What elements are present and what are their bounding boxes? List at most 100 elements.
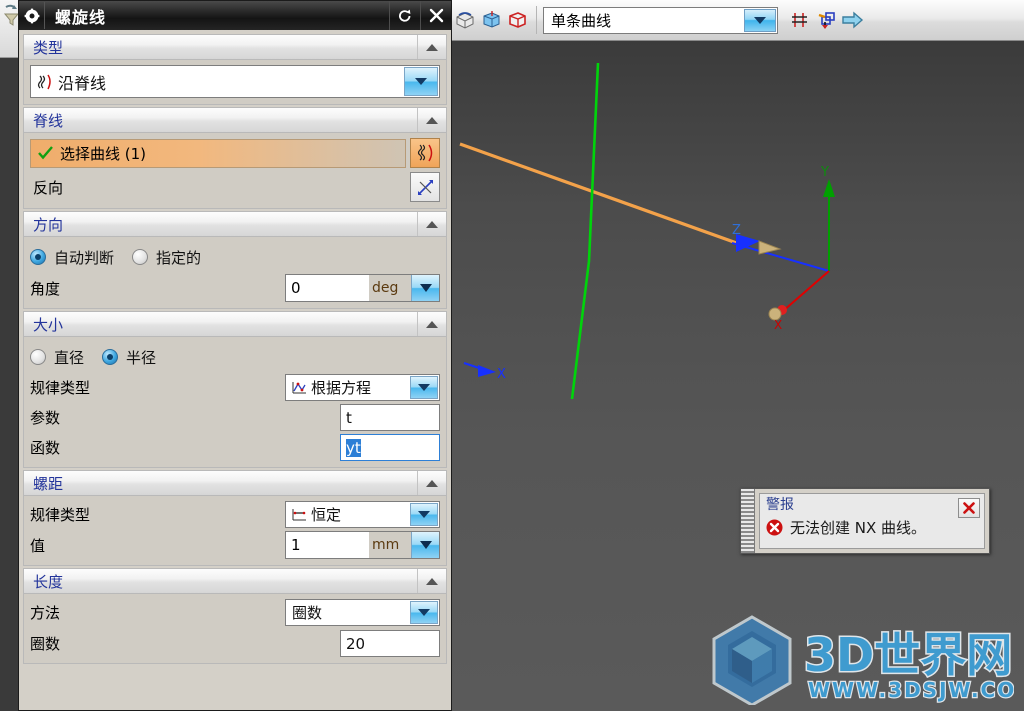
pitch-law-type-arrow[interactable] xyxy=(410,503,438,526)
chevron-down-icon xyxy=(415,78,427,85)
dialog-title-bar[interactable]: 螺旋线 xyxy=(19,1,451,30)
alert-dialog[interactable]: 警报 无法创建 NX 曲线。 xyxy=(740,488,990,554)
csys-x-label: X xyxy=(774,318,782,332)
chevron-up-icon xyxy=(426,577,438,585)
spinner-down-icon xyxy=(419,284,432,292)
type-combo-arrow[interactable] xyxy=(404,67,438,96)
method-value: 圈数 xyxy=(292,604,323,622)
drag-grip-icon[interactable] xyxy=(741,489,755,553)
method-combo-arrow[interactable] xyxy=(410,601,438,624)
snap-point-icon xyxy=(792,13,807,27)
selection-filter-combo[interactable]: 单条曲线 xyxy=(543,6,778,34)
parameter-label: 参数 xyxy=(30,409,61,427)
angle-field[interactable]: 0 deg xyxy=(285,274,440,302)
section-header-pitch[interactable]: 螺距 xyxy=(23,470,447,496)
graphics-viewport[interactable]: Z Y X X 3D世界网 WWW.3DSJW.CO 警报 无法创建 NX 曲线… xyxy=(452,41,1024,711)
type-combo[interactable]: 沿脊线 xyxy=(30,65,440,98)
function-label: 函数 xyxy=(30,439,61,457)
radio-diameter-label: 直径 xyxy=(54,348,85,367)
radio-diameter[interactable] xyxy=(30,349,46,365)
size-law-type-arrow[interactable] xyxy=(410,376,438,399)
section-body-pitch: 规律类型 恒定 值 1 mm xyxy=(23,496,447,566)
toolbar-icon-studio-wireframe[interactable] xyxy=(504,7,530,33)
chevron-down-icon xyxy=(418,511,430,518)
chevron-up-icon xyxy=(426,220,438,228)
size-law-type-combo[interactable]: 根据方程 xyxy=(285,374,440,401)
pitch-value-field[interactable]: 1 mm xyxy=(285,531,440,559)
pitch-law-type-value: 恒定 xyxy=(311,506,342,524)
curve-select-icon xyxy=(417,144,432,161)
wcs-dynamics-icon xyxy=(818,12,835,29)
csys-y-label: Y xyxy=(820,165,829,180)
section-title-pitch: 螺距 xyxy=(33,474,64,493)
collapse-toggle-spine[interactable] xyxy=(417,108,446,132)
radio-radius[interactable] xyxy=(102,349,119,365)
toolbar-icon-wcs-dynamics[interactable] xyxy=(814,7,840,33)
radio-auto-infer[interactable] xyxy=(30,249,46,265)
alert-title: 警报 xyxy=(766,497,794,513)
alert-body: 警报 无法创建 NX 曲线。 xyxy=(759,493,985,549)
nx-application-window: Z Y X X 3D世界网 WWW.3DSJW.CO 警报 无法创建 NX 曲线… xyxy=(0,0,1024,711)
green-vertical-curve xyxy=(570,62,600,400)
size-law-type-label: 规律类型 xyxy=(30,379,91,397)
section-title-direction: 方向 xyxy=(33,215,64,234)
parameter-input[interactable]: t xyxy=(340,404,440,431)
pitch-spinner[interactable] xyxy=(411,532,439,558)
spiral-dialog[interactable]: 螺旋线 类型 沿脊线 脊线 选择曲线 (1) 反向 方向 自动判断 指定的 角度… xyxy=(18,0,452,711)
section-title-type: 类型 xyxy=(33,38,64,57)
collapse-toggle-type[interactable] xyxy=(417,35,446,59)
selection-filter-dropdown-arrow[interactable] xyxy=(744,8,776,32)
section-header-direction[interactable]: 方向 xyxy=(23,211,447,237)
alert-close-button[interactable] xyxy=(958,498,980,518)
dialog-reset-button[interactable] xyxy=(389,1,420,30)
curve-picker-button[interactable] xyxy=(410,138,440,168)
turns-input[interactable]: 20 xyxy=(340,630,440,657)
reverse-direction-icon xyxy=(417,179,433,195)
gear-icon[interactable] xyxy=(19,2,45,29)
section-header-type[interactable]: 类型 xyxy=(23,34,447,60)
selection-filter-value: 单条曲线 xyxy=(551,11,612,30)
angle-spinner[interactable] xyxy=(411,275,439,301)
watermark: 3D世界网 WWW.3DSJW.COM xyxy=(704,613,1014,705)
alert-message: 无法创建 NX 曲线。 xyxy=(790,519,927,537)
collapse-toggle-pitch[interactable] xyxy=(417,471,446,495)
wcs-x-arrow xyxy=(478,365,496,377)
toolbar-icon-move-to-layer[interactable] xyxy=(840,7,866,33)
dialog-close-button[interactable] xyxy=(420,1,451,30)
chevron-down-icon xyxy=(418,609,430,616)
toolbar-icon-static-wireframe[interactable] xyxy=(478,7,504,33)
section-header-spine[interactable]: 脊线 xyxy=(23,107,447,133)
select-curve-row[interactable]: 选择曲线 (1) xyxy=(30,138,406,168)
section-title-size: 大小 xyxy=(33,315,64,334)
reset-icon xyxy=(399,9,411,22)
close-icon xyxy=(429,8,443,23)
wcs-x-label: X xyxy=(497,367,506,382)
csys-x-axis xyxy=(782,270,830,312)
size-law-type-value: 根据方程 xyxy=(311,379,372,397)
section-header-size[interactable]: 大小 xyxy=(23,311,447,337)
chevron-up-icon xyxy=(426,320,438,328)
section-body-type: 沿脊线 xyxy=(23,60,447,105)
shaded-with-edges-icon xyxy=(456,12,474,29)
pitch-value[interactable]: 1 xyxy=(286,532,369,558)
angle-value[interactable]: 0 xyxy=(286,275,369,301)
collapse-toggle-direction[interactable] xyxy=(417,212,446,236)
csys-y-arrow xyxy=(823,179,835,197)
spine-curve xyxy=(459,142,746,248)
pitch-law-type-combo[interactable]: 恒定 xyxy=(285,501,440,528)
check-icon xyxy=(38,146,53,160)
method-combo[interactable]: 圈数 xyxy=(285,599,440,626)
method-label: 方法 xyxy=(30,604,61,622)
collapse-toggle-length[interactable] xyxy=(417,569,446,593)
section-body-size: 直径 半径 规律类型 根据方程 参数 t 函数 yt xyxy=(23,337,447,468)
reverse-direction-button[interactable] xyxy=(410,172,440,202)
section-title-spine: 脊线 xyxy=(33,111,64,130)
function-value: yt xyxy=(346,438,361,457)
section-body-spine: 选择曲线 (1) 反向 xyxy=(23,133,447,209)
toolbar-icon-shaded-with-edges[interactable] xyxy=(452,7,478,33)
radio-specified[interactable] xyxy=(132,249,149,265)
function-input[interactable]: yt xyxy=(340,434,440,461)
section-header-length[interactable]: 长度 xyxy=(23,568,447,594)
toolbar-icon-snap-point[interactable] xyxy=(788,7,814,33)
collapse-toggle-size[interactable] xyxy=(417,312,446,336)
